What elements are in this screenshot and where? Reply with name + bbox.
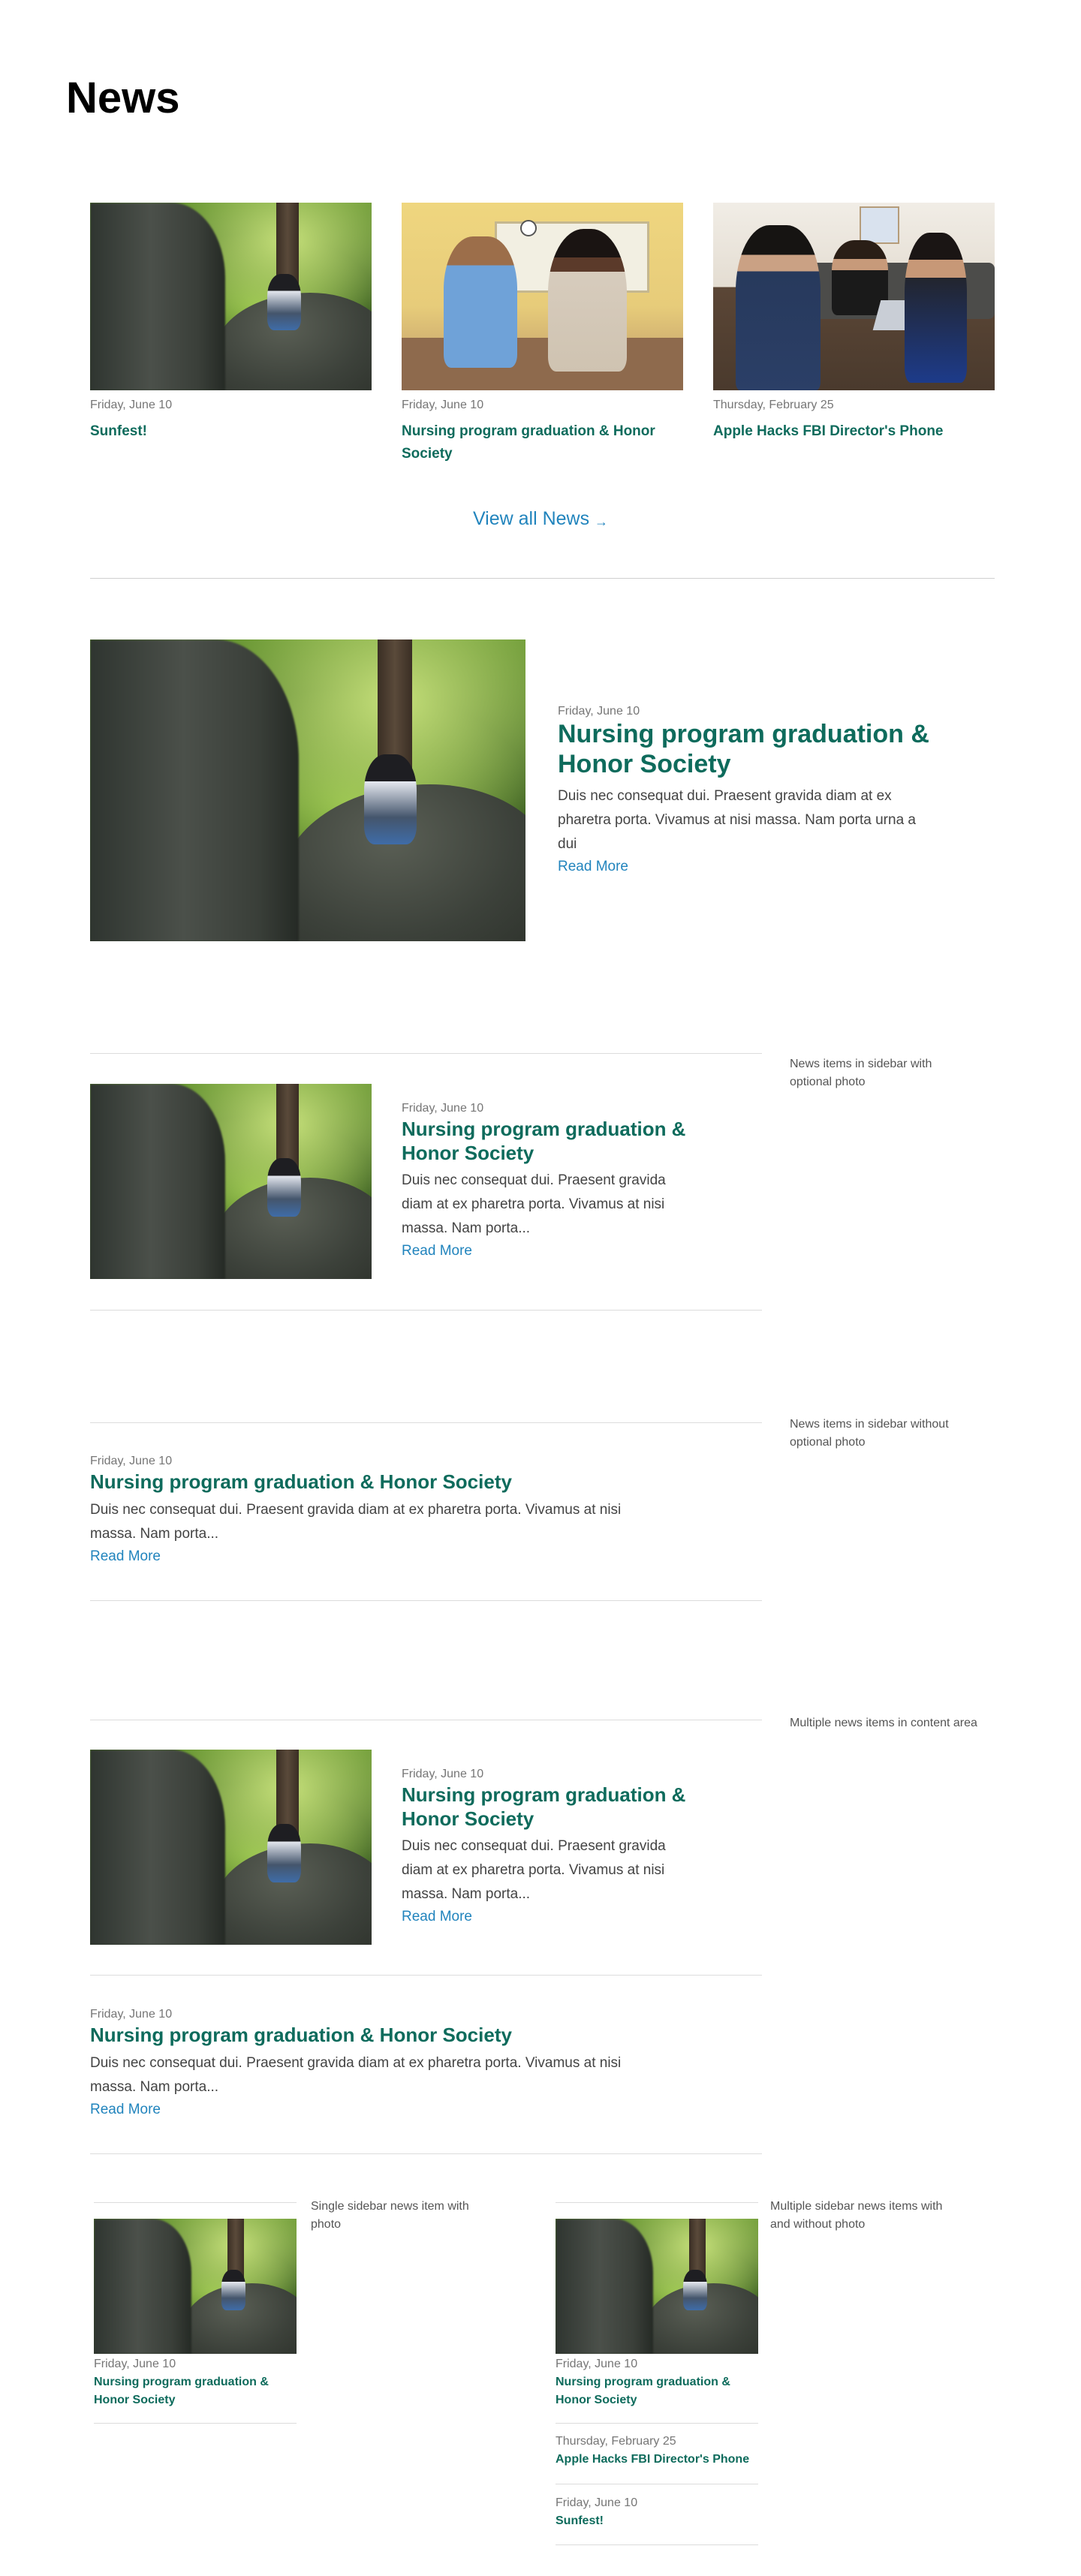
arrow-right-icon: → xyxy=(595,514,609,529)
news-photo[interactable] xyxy=(94,2219,297,2354)
item-divider xyxy=(90,1975,762,1976)
read-more-link[interactable]: Read More xyxy=(90,1546,161,1567)
section-note: Single sidebar news item with photo xyxy=(311,2200,469,2231)
news-date: Friday, June 10 xyxy=(90,1455,173,1467)
item-divider xyxy=(556,2544,758,2545)
section-note: News items in sidebar with optional phot… xyxy=(790,1058,932,1088)
news-title-link[interactable]: Nursing program graduation & Honor Socie… xyxy=(90,1470,691,1494)
section-note: Multiple news items in content area xyxy=(790,1717,977,1729)
read-more-link[interactable]: Read More xyxy=(402,1906,472,1927)
news-title-link[interactable]: Apple Hacks FBI Director's Phone xyxy=(713,420,995,443)
item-divider xyxy=(94,2202,297,2203)
news-date: Friday, June 10 xyxy=(90,2008,173,2021)
item-divider xyxy=(90,1310,762,1311)
item-divider xyxy=(90,2153,762,2154)
item-divider xyxy=(556,2202,758,2203)
news-title-link[interactable]: Sunfest! xyxy=(90,420,372,443)
read-more-link[interactable]: Read More xyxy=(90,2099,161,2120)
news-date: Friday, June 10 xyxy=(558,705,640,718)
news-title-link[interactable]: Nursing program graduation & Honor Socie… xyxy=(402,1117,702,1165)
item-divider xyxy=(90,1053,762,1054)
news-excerpt: Duis nec consequat dui. Praesent gravida… xyxy=(90,2055,622,2095)
news-date: Friday, June 10 xyxy=(402,1768,484,1780)
item-divider xyxy=(556,2423,758,2424)
news-photo[interactable] xyxy=(402,203,683,390)
item-divider xyxy=(94,2423,297,2424)
news-date: Friday, June 10 xyxy=(402,399,484,411)
news-title-link[interactable]: Nursing program graduation & Honor Socie… xyxy=(402,420,683,465)
news-date: Friday, June 10 xyxy=(90,399,173,411)
news-title-link[interactable]: Nursing program graduation & Honor Socie… xyxy=(558,719,948,779)
news-photo[interactable] xyxy=(90,203,372,390)
news-date: Friday, June 10 xyxy=(556,2358,638,2370)
news-title-link[interactable]: Apple Hacks FBI Director's Phone xyxy=(556,2451,773,2469)
news-photo[interactable] xyxy=(90,1750,372,1945)
read-more-link[interactable]: Read More xyxy=(558,856,628,877)
news-date: Thursday, February 25 xyxy=(556,2435,676,2448)
news-date: Friday, June 10 xyxy=(94,2358,176,2370)
news-date: Thursday, February 25 xyxy=(713,399,834,411)
section-note: News items in sidebar without optional p… xyxy=(790,1418,949,1449)
news-title-link[interactable]: Nursing program graduation & Honor Socie… xyxy=(90,2023,691,2047)
page-title: News xyxy=(66,74,180,122)
news-excerpt: Duis nec consequat dui. Praesent gravida… xyxy=(402,1838,666,1902)
section-note: Multiple sidebar news items with and wit… xyxy=(770,2200,943,2231)
news-photo[interactable] xyxy=(90,1084,372,1279)
item-divider xyxy=(90,1422,762,1423)
item-divider xyxy=(90,1600,762,1601)
news-excerpt: Duis nec consequat dui. Praesent gravida… xyxy=(90,1502,622,1542)
news-date: Friday, June 10 xyxy=(402,1102,484,1115)
news-excerpt: Duis nec consequat dui. Praesent gravida… xyxy=(402,1172,666,1236)
news-title-link[interactable]: Nursing program graduation & Honor Socie… xyxy=(556,2373,758,2409)
read-more-link[interactable]: Read More xyxy=(402,1241,472,1262)
view-all-news-link[interactable]: View all News → xyxy=(0,507,1081,532)
view-all-news-label: View all News xyxy=(472,508,590,529)
news-title-link[interactable]: Nursing program graduation & Honor Socie… xyxy=(94,2373,297,2409)
news-title-link[interactable]: Sunfest! xyxy=(556,2512,758,2530)
featured-photo[interactable] xyxy=(90,639,525,941)
section-divider xyxy=(90,578,995,579)
news-photo[interactable] xyxy=(556,2219,758,2354)
news-excerpt: Duis nec consequat dui. Praesent gravida… xyxy=(558,788,916,852)
news-title-link[interactable]: Nursing program graduation & Honor Socie… xyxy=(402,1783,702,1831)
news-date: Friday, June 10 xyxy=(556,2496,638,2509)
news-photo[interactable] xyxy=(713,203,995,390)
